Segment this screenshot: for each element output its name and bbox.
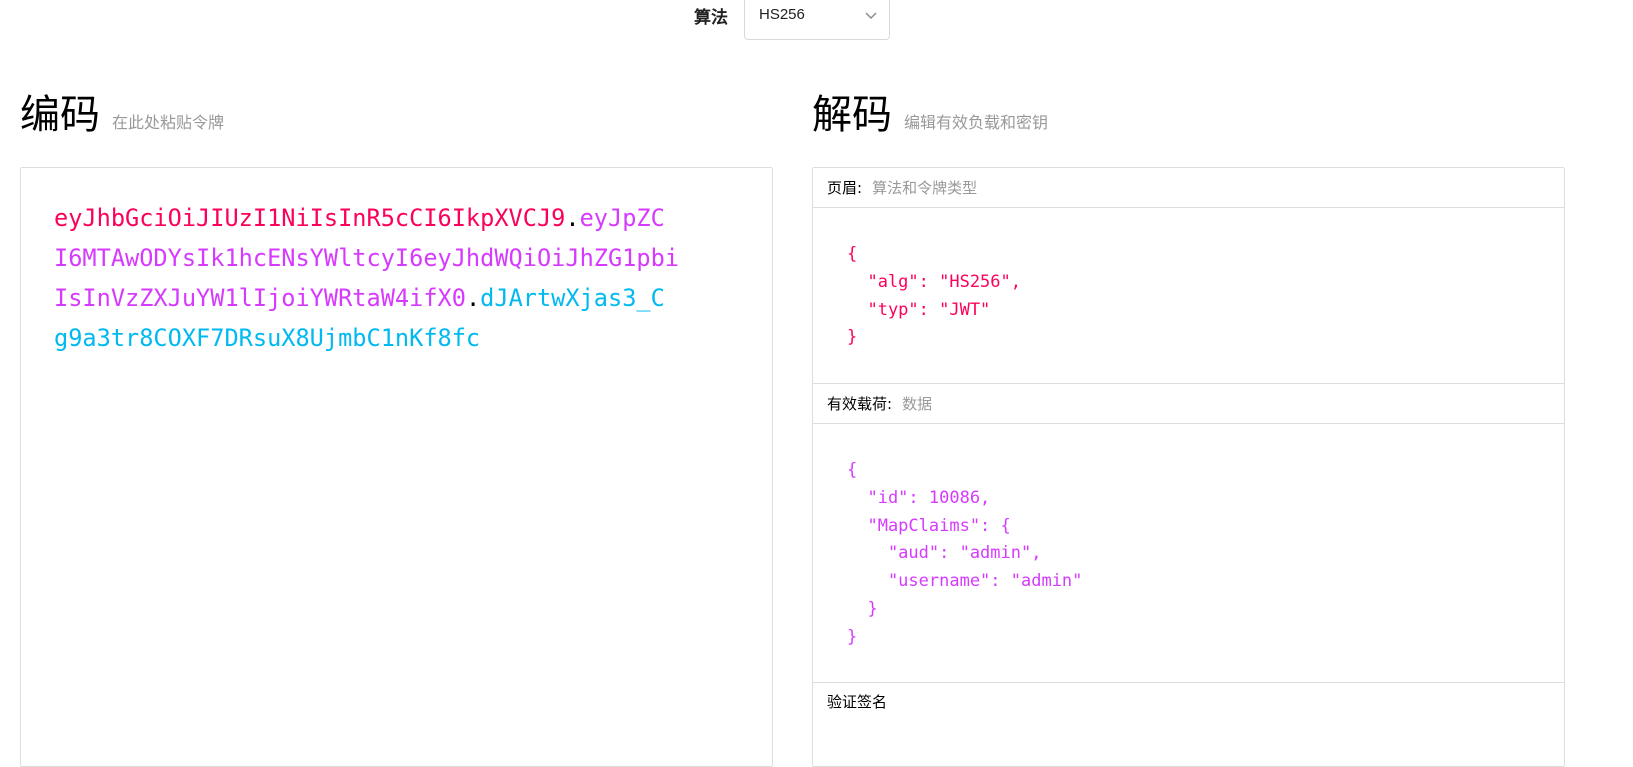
payload-json-editor[interactable]: { "id": 10086, "MapClaims": { "aud": "ad… — [847, 457, 1082, 652]
payload-section-bar: 有效载荷: 数据 — [813, 384, 1564, 424]
encoded-token-text[interactable]: eyJhbGciOiJIUzI1NiIsInR5cCI6IkpXVCJ9.eyJ… — [54, 198, 679, 358]
decoded-title: 解码 — [812, 92, 892, 138]
token-header-part: eyJhbGciOiJIUzI1NiIsInR5cCI6IkpXVCJ9 — [54, 204, 566, 232]
decoded-subtitle: 编辑有效负载和密钥 — [904, 113, 1049, 132]
header-section-hint: 算法和令牌类型 — [872, 179, 978, 197]
token-dot: . — [565, 204, 580, 232]
encoded-token-editor[interactable]: eyJhbGciOiJIUzI1NiIsInR5cCI6IkpXVCJ9.eyJ… — [20, 167, 773, 767]
encoded-subtitle: 在此处粘贴令牌 — [112, 113, 225, 132]
signature-section-bar: 验证签名 — [813, 683, 1564, 723]
algorithm-selector-group: 算法 HS256 — [694, 0, 890, 42]
header-section-title: 页眉: — [827, 179, 863, 197]
decoded-heading: 解码 编辑有效负载和密钥 — [812, 90, 1048, 140]
token-dot: . — [465, 284, 481, 312]
signature-section-title: 验证签名 — [827, 693, 888, 711]
encoded-title: 编码 — [20, 92, 100, 138]
header-section-bar: 页眉: 算法和令牌类型 — [813, 168, 1564, 208]
encoded-heading: 编码 在此处粘贴令牌 — [20, 90, 224, 140]
algorithm-selected-value: HS256 — [759, 6, 805, 23]
payload-section-hint: 数据 — [902, 395, 933, 413]
chevron-down-icon — [865, 12, 877, 19]
algorithm-label: 算法 — [694, 7, 728, 28]
algorithm-select[interactable]: HS256 — [744, 0, 890, 40]
header-json-editor[interactable]: { "alg": "HS256", "typ": "JWT" } — [847, 241, 1021, 352]
decoded-panel: 页眉: 算法和令牌类型 { "alg": "HS256", "typ": "JW… — [812, 167, 1565, 767]
payload-section-title: 有效载荷: — [827, 395, 893, 413]
